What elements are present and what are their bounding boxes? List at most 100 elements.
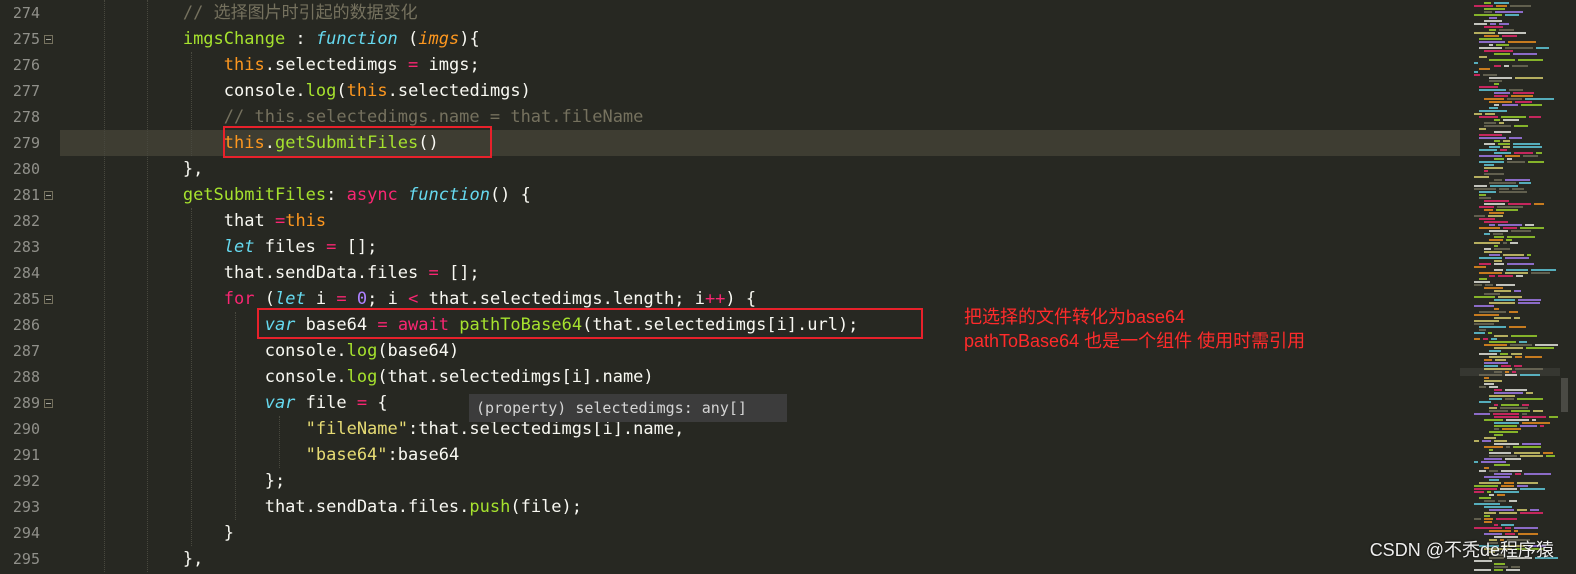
minimap-code-line <box>1484 362 1508 364</box>
minimap-code-line <box>1522 422 1550 424</box>
code-area[interactable]: // 选择图片时引起的数据变化 imgsChange : function (i… <box>60 0 1460 574</box>
vertical-scrollbar[interactable] <box>1560 0 1576 574</box>
code-line[interactable]: this.selectedimgs = imgs; <box>60 52 480 78</box>
line-number: 281 <box>12 186 40 204</box>
code-line[interactable]: console.log(base64) <box>60 338 460 364</box>
minimap-code-line <box>1484 35 1499 37</box>
minimap-code-line <box>1494 464 1510 466</box>
minimap-code-line <box>1515 473 1521 475</box>
code-line[interactable]: let files = []; <box>60 234 378 260</box>
minimap-code-line <box>1479 128 1486 130</box>
code-line[interactable]: var file = { <box>60 390 388 416</box>
minimap-code-line <box>1511 95 1533 97</box>
minimap-code-line <box>1484 521 1492 523</box>
minimap-code-line <box>1479 218 1495 220</box>
fold-toggle-icon[interactable] <box>44 35 53 44</box>
code-token: "base64" <box>305 445 388 465</box>
code-token: ) { <box>725 289 757 309</box>
code-line[interactable]: imgsChange : function (imgs){ <box>60 26 480 52</box>
minimap-code-line <box>1482 440 1491 442</box>
minimap-code-line <box>1499 122 1504 124</box>
code-token: :that.selectedimgs[i].name, <box>408 419 685 439</box>
code-line[interactable]: that.sendData.files = []; <box>60 260 480 286</box>
fold-toggle-icon[interactable] <box>44 399 53 408</box>
minimap-code-line <box>1474 296 1495 298</box>
minimap-code-line <box>1518 299 1541 301</box>
minimap-code-line <box>1504 65 1509 67</box>
minimap-code-line <box>1494 371 1502 373</box>
minimap-code-line <box>1503 227 1517 229</box>
minimap-code-line <box>1499 29 1514 31</box>
annotation-line-1: 把选择的文件转化为base64 <box>964 307 1186 327</box>
code-editor[interactable]: 274 275 276 277 278 279 280 281 282 283 284 285 286 2… <box>0 0 1576 574</box>
code-line[interactable]: console.log(this.selectedimgs) <box>60 78 531 104</box>
code-line[interactable]: }; <box>60 468 285 494</box>
code-line[interactable]: console.log(that.selectedimgs[i].name) <box>60 364 654 390</box>
code-token: i <box>305 289 337 309</box>
code-line[interactable]: // 选择图片时引起的数据变化 <box>60 0 418 26</box>
minimap-code-line <box>1520 455 1543 457</box>
code-token: async <box>346 185 398 205</box>
csdn-watermark: CSDN @不秃de程序猿 <box>1369 540 1554 560</box>
fold-toggle-icon[interactable] <box>44 191 53 200</box>
code-token: }; <box>264 471 286 491</box>
minimap-code-line <box>1489 356 1512 358</box>
minimap-code-line <box>1489 101 1512 103</box>
minimap-code-line <box>1501 485 1514 487</box>
minimap-code-line <box>1489 455 1517 457</box>
code-token: console. <box>264 341 347 361</box>
minimap-code-line <box>1479 68 1490 70</box>
code-token: .selectedimgs) <box>387 81 531 101</box>
minimap-code-line <box>1484 359 1492 361</box>
highlight-box-base64-conversion <box>257 308 923 339</box>
minimap-code-line <box>1501 116 1526 118</box>
minimap-code-line <box>1489 386 1498 388</box>
code-token: var <box>264 393 296 413</box>
minimap-code-line <box>1500 407 1528 409</box>
minimap-code-line <box>1494 179 1502 181</box>
code-line[interactable]: that =this <box>60 208 326 234</box>
minimap-code-line <box>1484 221 1508 223</box>
minimap-code-line <box>1474 461 1478 463</box>
minimap-code-line <box>1479 401 1491 403</box>
minimap-code-line <box>1513 146 1542 148</box>
minimap-code-line <box>1484 2 1491 4</box>
minimap-code-line <box>1494 317 1511 319</box>
code-line[interactable]: }, <box>60 156 203 182</box>
code-line[interactable]: that.sendData.files.push(file); <box>60 494 582 520</box>
minimap-code-line <box>1526 347 1554 349</box>
code-token: let <box>274 289 306 309</box>
minimap-code-line <box>1484 368 1512 370</box>
minimap-code-line <box>1495 11 1523 13</box>
minimap-code-line <box>1518 533 1538 535</box>
minimap-code-line <box>1494 443 1519 445</box>
code-line[interactable]: }, <box>60 546 203 572</box>
code-line[interactable]: "base64":base64 <box>60 442 460 468</box>
minimap-code-line <box>1494 416 1519 418</box>
minimap-code-line <box>1499 191 1527 193</box>
minimap-code-line <box>1484 248 1491 250</box>
code-line[interactable]: getSubmitFiles: async function() { <box>60 182 531 208</box>
minimap-code-line <box>1494 158 1504 160</box>
code-token: this <box>346 81 388 101</box>
minimap-code-line <box>1505 371 1509 373</box>
minimap-code-line <box>1540 425 1544 427</box>
minimap-code-line <box>1494 422 1519 424</box>
minimap[interactable] <box>1460 0 1560 574</box>
minimap-code-line <box>1494 290 1511 292</box>
minimap-code-line <box>1484 380 1502 382</box>
fold-toggle-icon[interactable] <box>44 295 53 304</box>
minimap-code-line <box>1512 371 1516 373</box>
minimap-code-line <box>1489 275 1495 277</box>
scrollbar-thumb[interactable] <box>1561 378 1568 412</box>
minimap-code-line <box>1474 5 1493 7</box>
minimap-code-line <box>1501 524 1514 526</box>
code-token: ( <box>336 81 347 101</box>
minimap-code-line <box>1484 167 1503 169</box>
minimap-code-line <box>1494 389 1502 391</box>
minimap-code-line <box>1507 161 1525 163</box>
minimap-code-line <box>1505 398 1514 400</box>
minimap-code-line <box>1506 419 1529 421</box>
